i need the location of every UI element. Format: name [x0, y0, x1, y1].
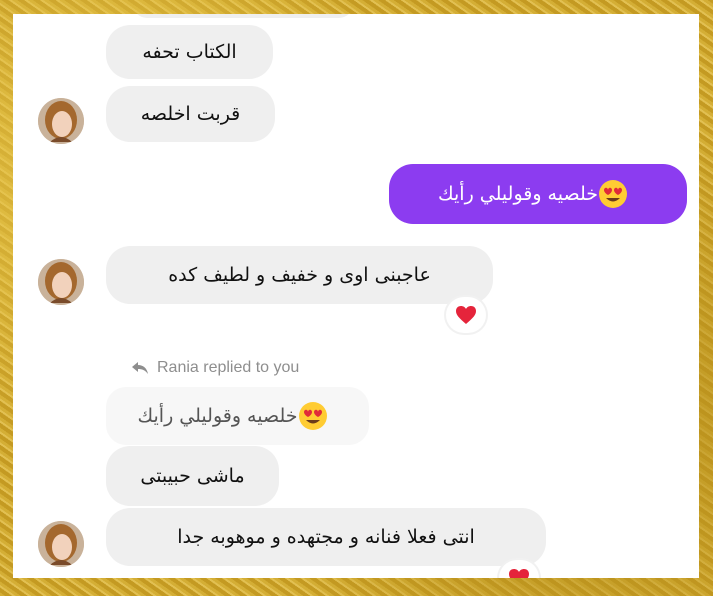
message-text: قربت اخلصه	[140, 103, 241, 125]
reply-arrow-icon	[132, 362, 148, 374]
message-bubble[interactable]: الكتاب تحفه	[106, 25, 273, 79]
message-text: الكتاب تحفه	[142, 41, 237, 63]
message-bubble[interactable]: انتى فعلا فنانه و مجتهده و موهوبه جدا	[106, 508, 546, 566]
message-text: خلصيه وقوليلي رأيك	[438, 183, 598, 205]
message-bubble[interactable]: عاجبنى اوى و خفيف و لطيف كده	[106, 246, 493, 304]
sent-message-bubble[interactable]: خلصيه وقوليلي رأيك	[389, 164, 687, 224]
previous-message-edge	[133, 14, 353, 18]
message-bubble[interactable]: قربت اخلصه	[106, 86, 275, 142]
message-bubble[interactable]: ماشى حبيبتى	[106, 446, 279, 506]
red-heart-icon	[456, 306, 476, 324]
reply-label-text: Rania replied to you	[157, 359, 300, 376]
heart-eyes-emoji	[298, 402, 327, 430]
avatar[interactable]	[38, 98, 84, 144]
avatar[interactable]	[38, 521, 84, 567]
heart-eyes-emoji	[599, 180, 627, 208]
heart-reaction[interactable]	[446, 297, 486, 333]
chat-screenshot: الكتاب تحفه قربت اخلصه خلصيه وقوليلي رأي…	[13, 14, 699, 578]
avatar[interactable]	[38, 259, 84, 305]
quoted-text: خلصيه وقوليلي رأيك	[137, 405, 298, 427]
message-text: ماشى حبيبتى	[140, 465, 245, 487]
red-heart-icon	[509, 569, 529, 578]
avatar-image	[38, 521, 84, 567]
message-text: عاجبنى اوى و خفيف و لطيف كده	[168, 264, 431, 286]
reply-indicator: Rania replied to you	[131, 359, 299, 377]
message-text: انتى فعلا فنانه و مجتهده و موهوبه جدا	[177, 526, 475, 548]
avatar-image	[38, 98, 84, 144]
avatar-image	[38, 259, 84, 305]
quoted-message-bubble[interactable]: خلصيه وقوليلي رأيك	[106, 387, 369, 445]
